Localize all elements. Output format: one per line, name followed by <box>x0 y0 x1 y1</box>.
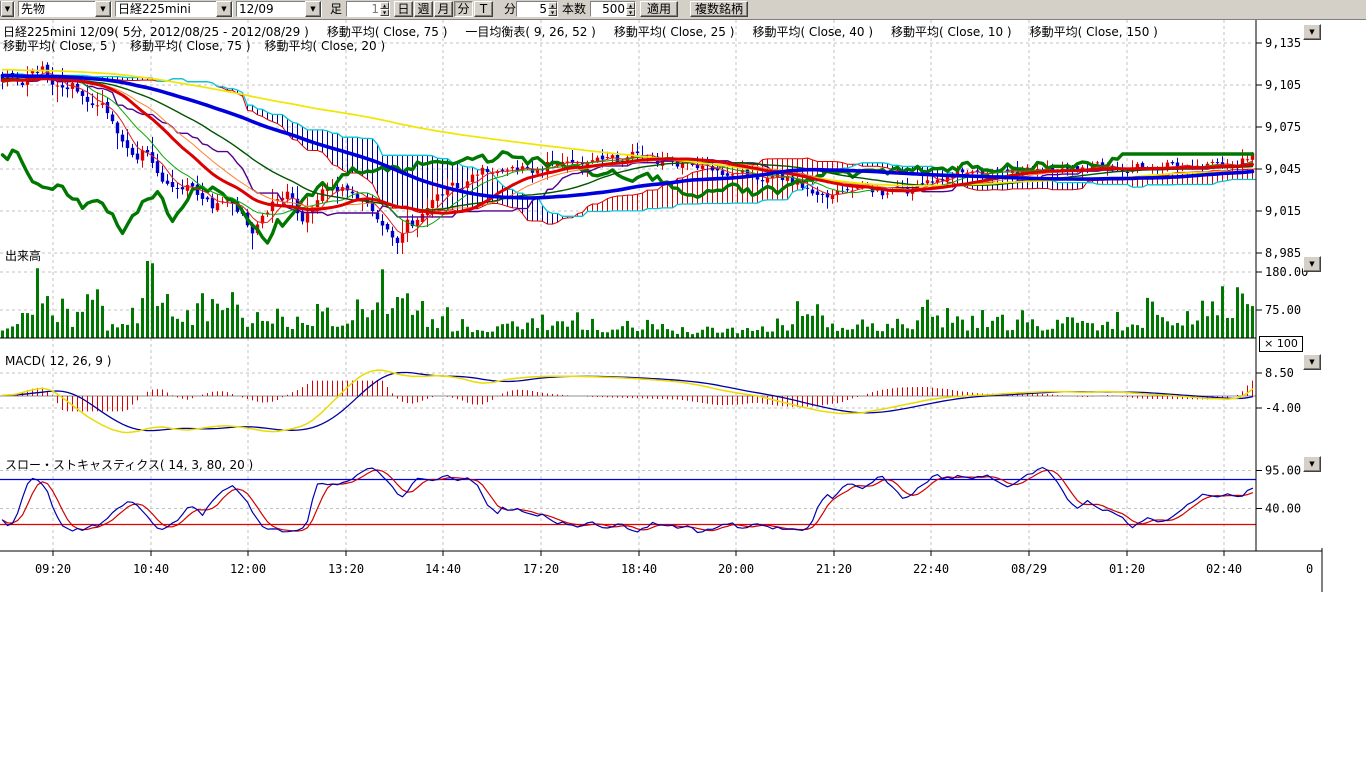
x-axis-label: 02:40 <box>1206 562 1242 576</box>
y-axis-label: 9,045 <box>1265 162 1301 176</box>
x-axis-labels: 09:20 10:40 12:00 13:20 14:40 17:20 18:40 20:00… <box>35 562 1313 576</box>
bar-interval-value: 1 <box>347 2 380 16</box>
chart-canvas: 9,135 9,105 9,075 9,045 9,015 8,985 180.00 75.0… <box>0 0 1366 768</box>
minute-label: 分 <box>504 1 516 17</box>
y-axis-label: 9,135 <box>1265 36 1301 50</box>
spin-down-icon[interactable]: ▼ <box>380 9 389 16</box>
x-axis-label: 14:40 <box>425 562 461 576</box>
macd-pane-dropdown-button[interactable]: ▼ <box>1303 354 1321 370</box>
chevron-down-icon: ▼ <box>1309 260 1314 268</box>
x-axis-label: 21:20 <box>816 562 852 576</box>
y-axis-label: 8.50 <box>1265 366 1294 380</box>
dropdown-arrow-icon[interactable]: ▼ <box>216 1 232 17</box>
multi-symbol-button[interactable]: 複数銘柄 <box>690 1 748 17</box>
y-axis-label: 9,075 <box>1265 120 1301 134</box>
period-month-button[interactable]: 月 <box>434 1 453 17</box>
minute-value: 5 <box>517 2 548 16</box>
top-toolbar: ▼ 先物 ▼ 日経225mini ▼ 12/09 ▼ 足 1 ▲▼ 日 週 月 … <box>0 0 1366 20</box>
mini-combo[interactable]: ▼ <box>0 1 15 17</box>
x-axis-label: 01:20 <box>1109 562 1145 576</box>
bar-interval-stepper[interactable]: 1 ▲▼ <box>346 1 390 17</box>
y-axis-label: 75.00 <box>1265 303 1301 317</box>
period-week-button[interactable]: 週 <box>414 1 433 17</box>
x-axis-label: 08/29 <box>1011 562 1047 576</box>
contract-month-select[interactable]: 12/09 ▼ <box>236 1 322 17</box>
x-axis-label: 12:00 <box>230 562 266 576</box>
chevron-down-icon: ▼ <box>1309 28 1314 36</box>
instrument-type-value: 先物 <box>19 2 95 16</box>
spinner-buttons[interactable]: ▲▼ <box>380 2 389 16</box>
apply-button[interactable]: 適用 <box>640 1 678 17</box>
x-axis-label: 17:20 <box>523 562 559 576</box>
x-axis-label: 22:40 <box>913 562 949 576</box>
bar-count-label: 本数 <box>562 1 586 17</box>
period-minute-button[interactable]: 分 <box>454 1 473 17</box>
volume-bars <box>1 261 1254 338</box>
volume-pane-dropdown-button[interactable]: ▼ <box>1303 256 1321 272</box>
spin-up-icon[interactable]: ▲ <box>380 2 389 9</box>
instrument-type-select[interactable]: 先物 ▼ <box>18 1 112 17</box>
spinner-buttons[interactable]: ▲▼ <box>548 2 557 16</box>
dropdown-arrow-icon[interactable]: ▼ <box>305 1 321 17</box>
x-axis-label: 13:20 <box>328 562 364 576</box>
y-axis-labels: 9,135 9,105 9,075 9,045 9,015 8,985 180.00 75.0… <box>1256 36 1308 516</box>
spin-up-icon[interactable]: ▲ <box>548 2 557 9</box>
chevron-down-icon: ▼ <box>1309 460 1314 468</box>
chart-application-window: 9,135 9,105 9,075 9,045 9,015 8,985 180.00 75.0… <box>0 0 1366 768</box>
bar-count-stepper[interactable]: 500 ▲▼ <box>590 1 636 17</box>
chart-plot-area[interactable]: 9,135 9,105 9,075 9,045 9,015 8,985 180.00 75.0… <box>0 0 1366 768</box>
x-axis-label: 18:40 <box>621 562 657 576</box>
spin-down-icon[interactable]: ▼ <box>548 9 557 16</box>
bar-count-value: 500 <box>591 2 626 16</box>
spin-up-icon[interactable]: ▲ <box>626 2 635 9</box>
minute-stepper[interactable]: 5 ▲▼ <box>516 1 558 17</box>
y-axis-label: -4.00 <box>1265 401 1301 415</box>
x-axis-label: 0 <box>1306 562 1313 576</box>
stochastics-pane <box>0 468 1256 533</box>
contract-month-value: 12/09 <box>237 2 305 16</box>
instrument-value: 日経225mini <box>116 2 216 16</box>
x-axis-label: 10:40 <box>133 562 169 576</box>
y-axis-label: 8,985 <box>1265 246 1301 260</box>
x-axis-label: 20:00 <box>718 562 754 576</box>
y-axis-label: 40.00 <box>1265 502 1301 516</box>
y-axis-label: 180.00 <box>1265 265 1308 279</box>
dropdown-arrow-icon[interactable]: ▼ <box>95 1 111 17</box>
macd-pane <box>0 370 1256 433</box>
period-tick-button[interactable]: T <box>474 1 493 17</box>
stoch-pane-dropdown-button[interactable]: ▼ <box>1303 456 1321 472</box>
period-day-button[interactable]: 日 <box>394 1 413 17</box>
chevron-down-icon: ▼ <box>1309 358 1314 366</box>
dropdown-arrow-icon[interactable]: ▼ <box>1 1 14 17</box>
volume-multiplier-box: × 100 <box>1259 336 1303 352</box>
instrument-select[interactable]: 日経225mini ▼ <box>115 1 233 17</box>
x-axis-label: 09:20 <box>35 562 71 576</box>
main-pane-dropdown-button[interactable]: ▼ <box>1303 24 1321 40</box>
bar-type-label: 足 <box>330 1 342 17</box>
y-axis-label: 95.00 <box>1265 464 1301 478</box>
spin-down-icon[interactable]: ▼ <box>626 9 635 16</box>
y-axis-label: 9,105 <box>1265 78 1301 92</box>
y-axis-label: 9,015 <box>1265 204 1301 218</box>
spinner-buttons[interactable]: ▲▼ <box>626 2 635 16</box>
